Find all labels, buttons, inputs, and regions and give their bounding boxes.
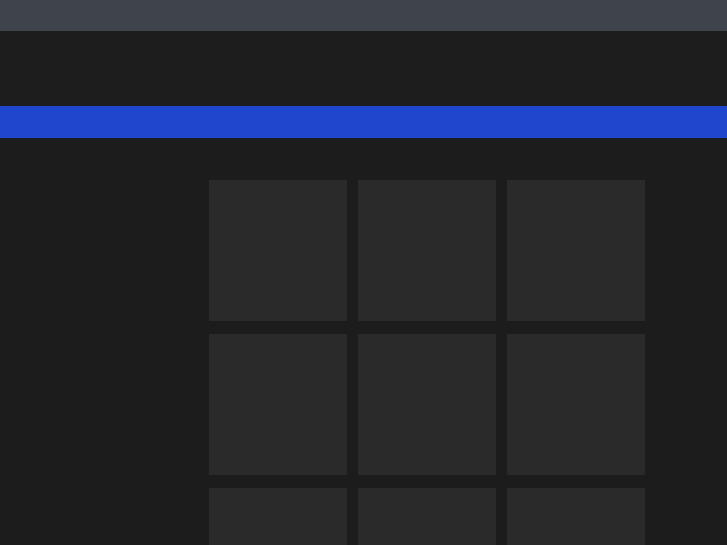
thumb-image	[358, 180, 496, 321]
thumb-bixby-bridge[interactable]	[507, 180, 645, 321]
sidebar	[0, 168, 209, 514]
thumb-airfield-bw[interactable]	[209, 180, 347, 321]
thumb-ferrari-paddock[interactable]	[507, 334, 645, 475]
thumb-image	[209, 334, 347, 475]
sidebar-link-list	[46, 176, 209, 183]
main-navigation	[0, 106, 727, 138]
browser-chrome-bar	[0, 0, 727, 31]
site-container	[0, 31, 727, 545]
thumb-image	[209, 180, 347, 321]
thumb-supermoto-racers[interactable]	[358, 334, 496, 475]
thumb-motocross-sky[interactable]	[358, 488, 496, 545]
thumb-image	[358, 334, 496, 475]
thumb-road-racing-motorcycle[interactable]	[358, 180, 496, 321]
thumb-image	[209, 488, 347, 545]
thumb-image	[358, 488, 496, 545]
thumb-golden-gate-bridge[interactable]	[209, 488, 347, 545]
thumb-image	[507, 180, 645, 321]
sidebar-item-ferrari-challenge[interactable]	[46, 182, 209, 183]
main-content	[209, 168, 727, 545]
site-header	[0, 31, 727, 106]
thumb-image	[507, 488, 645, 545]
content-area	[0, 138, 727, 545]
thumb-pit-lane-bw[interactable]	[507, 488, 645, 545]
thumb-stock-car-83[interactable]	[209, 334, 347, 475]
photo-thumbnail-grid	[209, 180, 645, 545]
thumb-image	[507, 334, 645, 475]
